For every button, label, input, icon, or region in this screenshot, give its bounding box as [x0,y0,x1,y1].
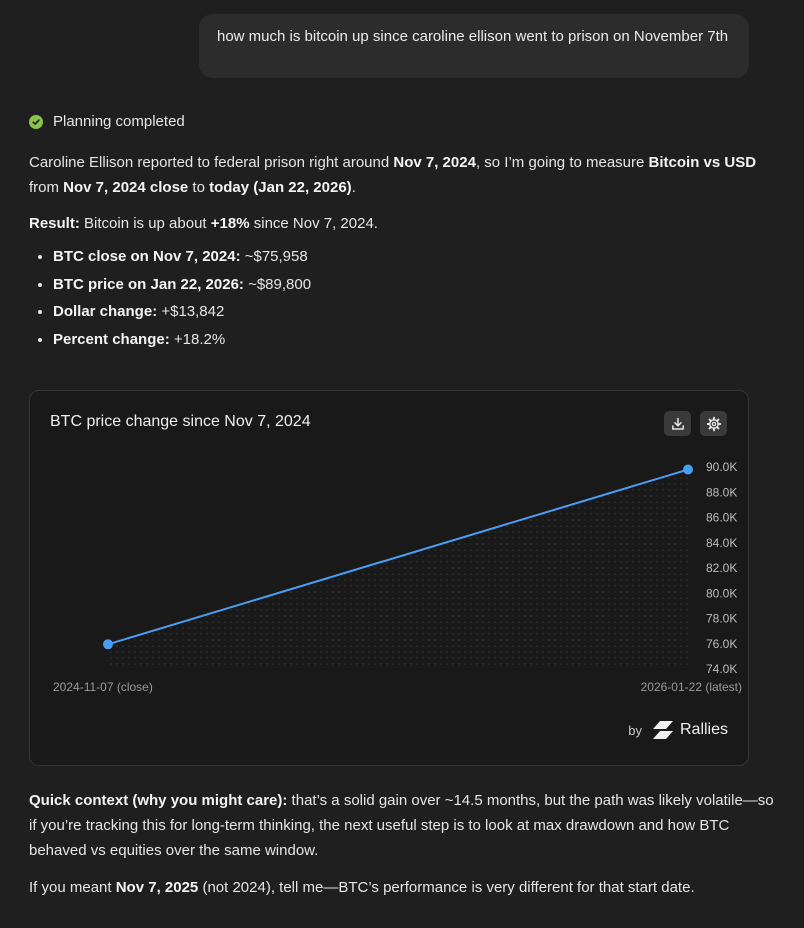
intro-bold-date: Nov 7, 2024 [393,154,476,171]
stat-value: +$13,842 [157,303,225,320]
settings-button[interactable] [700,411,727,436]
stat-value: ~$75,958 [240,248,308,265]
intro-bold-start: Nov 7, 2024 close [63,179,189,196]
context-paragraph: Quick context (why you might care): that… [29,788,774,863]
y-tick-label: 78.0K [706,612,737,626]
planning-status[interactable]: Planning completed [29,113,185,130]
chart-title: BTC price change since Nov 7, 2024 [50,413,311,430]
download-icon [671,417,684,430]
intro-text: . [351,179,356,196]
x-tick-label: 2026-01-22 (latest) [641,680,742,694]
intro-text: from [29,179,64,196]
intro-bold-end: today (Jan 22, 2026) [209,179,352,196]
data-point[interactable] [103,639,113,650]
y-tick-label: 82.0K [706,561,737,575]
chart-card: 74.0K 76.0K 78.0K 80.0K 82.0K 84.0K 86.0K 88.0K… [29,390,749,766]
gear-icon [706,416,721,431]
followup-text: If you meant [29,879,116,896]
list-item: BTC price on Jan 22, 2026: ~$89,800 [53,271,769,299]
x-tick-label: 2024-11-07 (close) [53,680,153,694]
list-item: Dollar change: +$13,842 [53,298,769,326]
attribution: by Rallies [628,721,728,739]
by-label: by [628,722,642,738]
user-message-bubble: how much is bitcoin up since caroline el… [199,14,749,78]
quick-context: Quick context (why you might care): that… [29,788,774,900]
followup-bold-date: Nov 7, 2025 [115,879,199,896]
y-tick-label: 80.0K [706,586,737,600]
intro-bold-pair: Bitcoin vs USD [648,154,757,171]
check-circle-icon [29,114,43,129]
result-text: since Nov 7, 2024. [249,215,378,232]
rallies-logo-icon [652,721,673,739]
y-tick-label: 74.0K [706,662,737,676]
data-point[interactable] [683,464,693,475]
result-percent: +18% [210,215,250,232]
stat-value: ~$89,800 [243,275,312,293]
btc-line-chart: 74.0K 76.0K 78.0K 80.0K 82.0K 84.0K 86.0K 88.0K… [53,460,742,694]
series-area-fill [108,469,688,669]
stat-label: BTC close on Nov 7, 2024: [53,248,241,265]
result-text: Bitcoin is up about [79,215,211,232]
answer-result: Result: Bitcoin is up about +18% since N… [29,211,769,236]
stat-label: BTC price on Jan 22, 2026: [53,275,244,293]
context-followup: If you meant Nov 7, 2025 (not 2024), tel… [29,875,774,900]
y-tick-label: 90.0K [706,460,737,474]
followup-text: (not 2024), tell me—BTC’s performance is… [198,879,695,896]
list-item: Percent change: +18.2% [53,326,769,354]
stat-label: Percent change: [53,330,170,348]
answer-intro: Caroline Ellison reported to federal pri… [29,150,769,200]
intro-text: to [188,179,210,196]
stat-label: Dollar change: [53,303,158,320]
y-tick-label: 86.0K [706,511,737,525]
brand-name[interactable]: Rallies [680,721,728,739]
stats-list: BTC close on Nov 7, 2024: ~$75,958 BTC p… [29,243,769,353]
download-button[interactable] [664,411,691,436]
y-tick-label: 76.0K [706,637,737,651]
result-label: Result: [29,215,80,232]
assistant-answer: Caroline Ellison reported to federal pri… [29,150,769,353]
context-heading: Quick context (why you might care): [29,792,288,809]
intro-text: , so I’m going to measure [475,154,649,171]
y-tick-label: 88.0K [706,485,737,499]
list-item: BTC close on Nov 7, 2024: ~$75,958 [53,243,769,271]
stat-value: +18.2% [169,330,226,348]
y-tick-label: 84.0K [706,536,737,550]
intro-text: Caroline Ellison reported to federal pri… [29,154,394,171]
planning-label: Planning completed [53,113,185,130]
user-message-text: how much is bitcoin up since caroline el… [217,28,729,45]
